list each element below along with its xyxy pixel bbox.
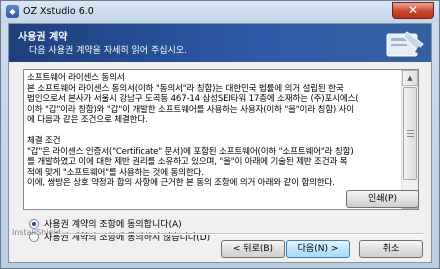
accept-radio[interactable] bbox=[29, 218, 39, 229]
back-button[interactable]: < 뒤로(B) bbox=[221, 240, 285, 258]
license-text: 소프트웨어 라이센스 동의서 본 소프트웨어 라이센스 동의서(이하 "동의서"… bbox=[27, 73, 359, 188]
cancel-button[interactable]: 취소 bbox=[359, 240, 423, 258]
vertical-scrollbar[interactable]: ▲ ▼ bbox=[401, 70, 418, 209]
banner-subtitle: 다음 사용권 계약을 자세히 읽어 주십시오. bbox=[29, 46, 187, 56]
license-textbox[interactable]: 소프트웨어 라이센스 동의서 본 소프트웨어 라이센스 동의서(이하 "동의서"… bbox=[23, 69, 419, 210]
banner-title: 사용권 계약 bbox=[18, 32, 68, 43]
footer-divider bbox=[53, 233, 423, 235]
installer-graphic-icon bbox=[386, 31, 425, 57]
decline-label: 사용권 계약의 조항에 동의하지 않습니다(D) bbox=[44, 233, 211, 243]
accept-label: 사용권 계약의 조항에 동의합니다(A) bbox=[44, 220, 182, 230]
installer-window: ◆ OZ Xstudio 6.0 ✕ 사용권 계약 다음 사용권 계약을 자세히… bbox=[0, 0, 440, 269]
header-banner: 사용권 계약 다음 사용권 계약을 자세히 읽어 주십시오. bbox=[9, 24, 431, 62]
window-title: OZ Xstudio 6.0 bbox=[23, 6, 94, 17]
app-icon: ◆ bbox=[6, 5, 19, 18]
close-button[interactable]: ✕ bbox=[392, 2, 434, 19]
next-button[interactable]: 다음(N) > bbox=[286, 240, 350, 258]
title-bar[interactable]: ◆ OZ Xstudio 6.0 ✕ bbox=[1, 1, 439, 23]
print-button[interactable]: 인쇄(P) bbox=[346, 190, 419, 208]
dialog-body: 사용권 계약 다음 사용권 계약을 자세히 읽어 주십시오. 소프트웨어 라이센… bbox=[8, 23, 432, 263]
scroll-thumb[interactable] bbox=[403, 87, 417, 180]
scroll-up-icon[interactable]: ▲ bbox=[402, 70, 418, 86]
